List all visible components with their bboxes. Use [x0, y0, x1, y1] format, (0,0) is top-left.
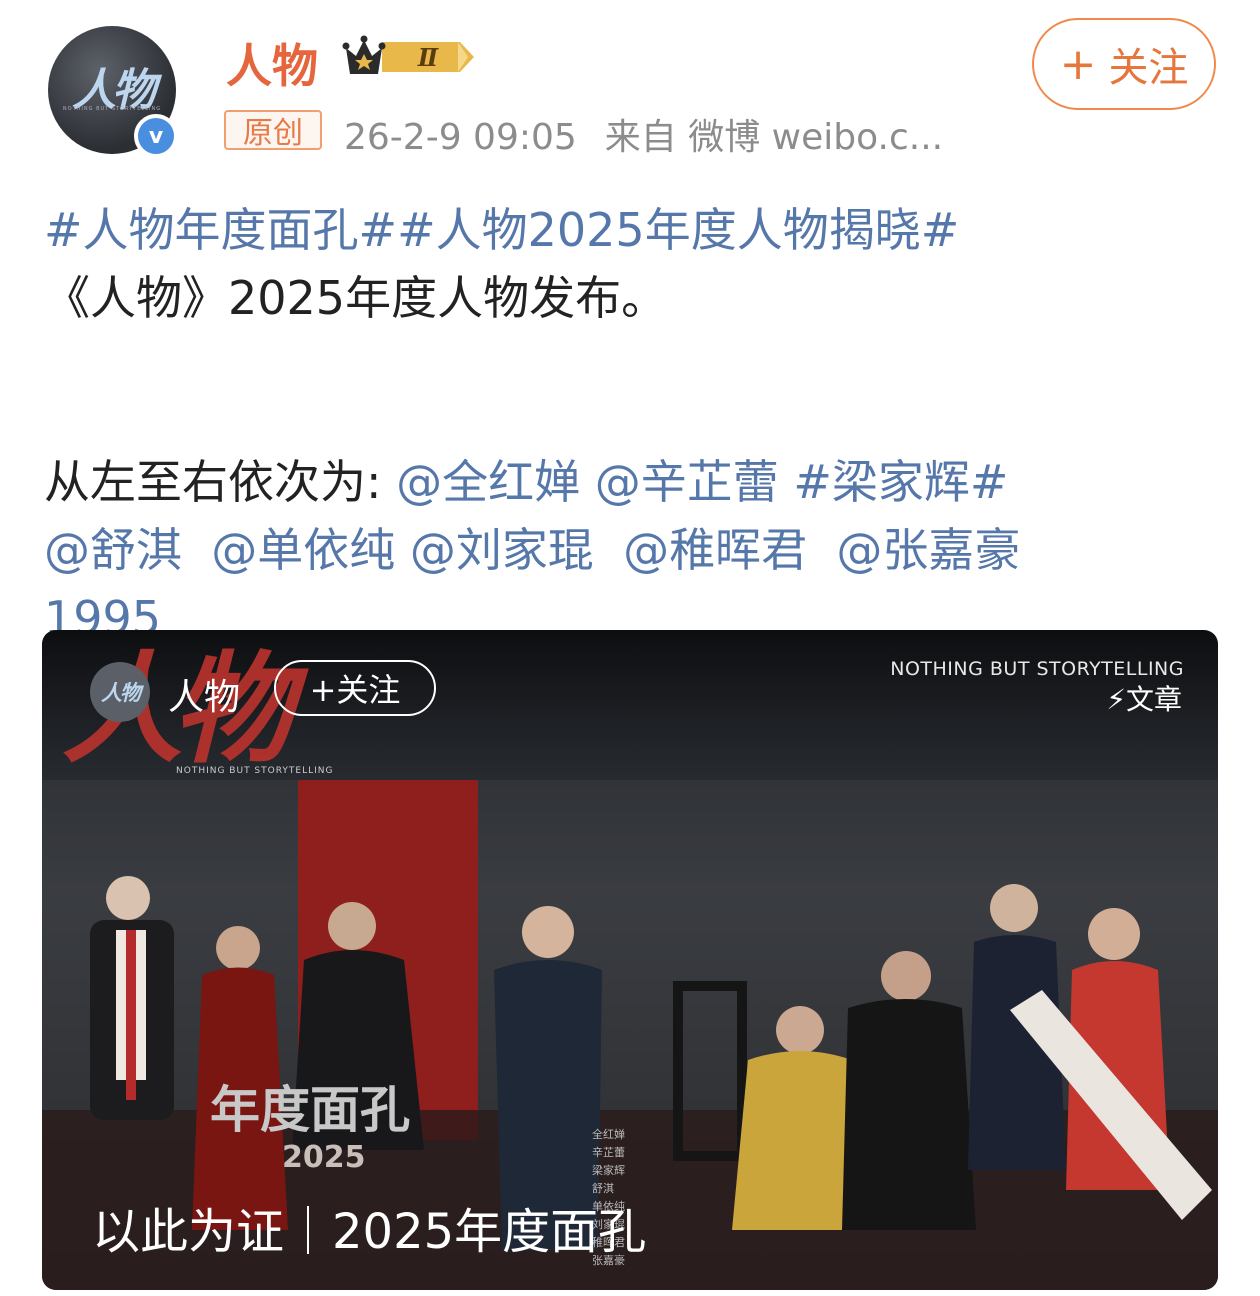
- overlay-avatar[interactable]: 人物: [90, 662, 150, 722]
- mention-link[interactable]: @刘家琨: [410, 523, 594, 577]
- follow-button[interactable]: + 关注: [1032, 18, 1216, 110]
- article-media-card[interactable]: 人物 NOTHING BUT STORYTELLING 年度面孔 2025 全红…: [42, 630, 1218, 1290]
- plus-icon: +: [1059, 38, 1097, 90]
- post-line-lineup: 从左至右依次为: @全红婵 @辛芷蕾 #梁家辉#: [44, 448, 1234, 516]
- hashtag-link[interactable]: #人物年度面孔#: [44, 203, 397, 257]
- credit-name: 梁家辉: [592, 1164, 625, 1177]
- mention-link[interactable]: @全红婵: [396, 455, 580, 509]
- post-meta: 26-2-9 09:05 来自 微博 weibo.c...: [344, 108, 943, 160]
- post-source[interactable]: 来自 微博 weibo.c...: [605, 117, 943, 158]
- verified-icon: v: [134, 114, 178, 158]
- credit-name: 全红婵: [592, 1128, 625, 1141]
- cover-year: 2025: [282, 1140, 366, 1175]
- lightning-icon: ⚡: [1106, 683, 1126, 716]
- post-time: 26-2-9 09:05: [344, 117, 577, 158]
- mention-link[interactable]: @单依纯: [211, 523, 395, 577]
- mention-link[interactable]: @稚晖君: [623, 523, 807, 577]
- overlay-follow-button[interactable]: +关注: [274, 660, 436, 716]
- article-type-text: 文章: [1125, 683, 1182, 716]
- follow-label: 关注: [1108, 45, 1189, 91]
- lineup-prefix: 从左至右依次为:: [44, 455, 397, 509]
- original-tag: 原创: [224, 110, 322, 151]
- media-caption: 以此为证｜2025年度面孔: [92, 1204, 647, 1260]
- badge-level: Ⅱ: [417, 43, 439, 72]
- vip-crown-badge-icon[interactable]: Ⅱ: [342, 34, 476, 80]
- article-type-label: ⚡文章: [1106, 678, 1182, 718]
- cover-masthead-sub: NOTHING BUT STORYTELLING: [176, 766, 334, 776]
- cover-headline: 年度面孔: [210, 1081, 410, 1139]
- mention-link[interactable]: @舒淇: [44, 523, 182, 577]
- overlay-tagline: NOTHING BUT STORYTELLING: [890, 658, 1184, 680]
- hashtag-link[interactable]: #人物2025年度人物揭晓#: [397, 203, 959, 257]
- hashtag-link[interactable]: #梁家辉#: [793, 455, 1008, 509]
- crown-icon: [342, 35, 386, 74]
- avatar-logo-subtext: NOTHING BUT STORYTELLING: [62, 106, 162, 112]
- overlay-account-name[interactable]: 人物: [168, 668, 240, 720]
- post-line-announcement: 《人物》2025年度人物发布。: [44, 271, 668, 325]
- post-line-mentions: @舒淇 @单依纯 @刘家琨 @稚晖君 @张嘉豪: [44, 516, 1234, 584]
- post-line-hashtags: #人物年度面孔##人物2025年度人物揭晓#: [44, 196, 1234, 264]
- post-text: #人物年度面孔##人物2025年度人物揭晓# 《人物》2025年度人物发布。 从…: [44, 196, 1234, 652]
- credit-name: 辛芷蕾: [592, 1146, 625, 1159]
- mention-link[interactable]: @辛芷蕾: [595, 455, 779, 509]
- mention-link[interactable]: @张嘉豪: [836, 523, 1020, 577]
- account-name[interactable]: 人物: [226, 30, 318, 96]
